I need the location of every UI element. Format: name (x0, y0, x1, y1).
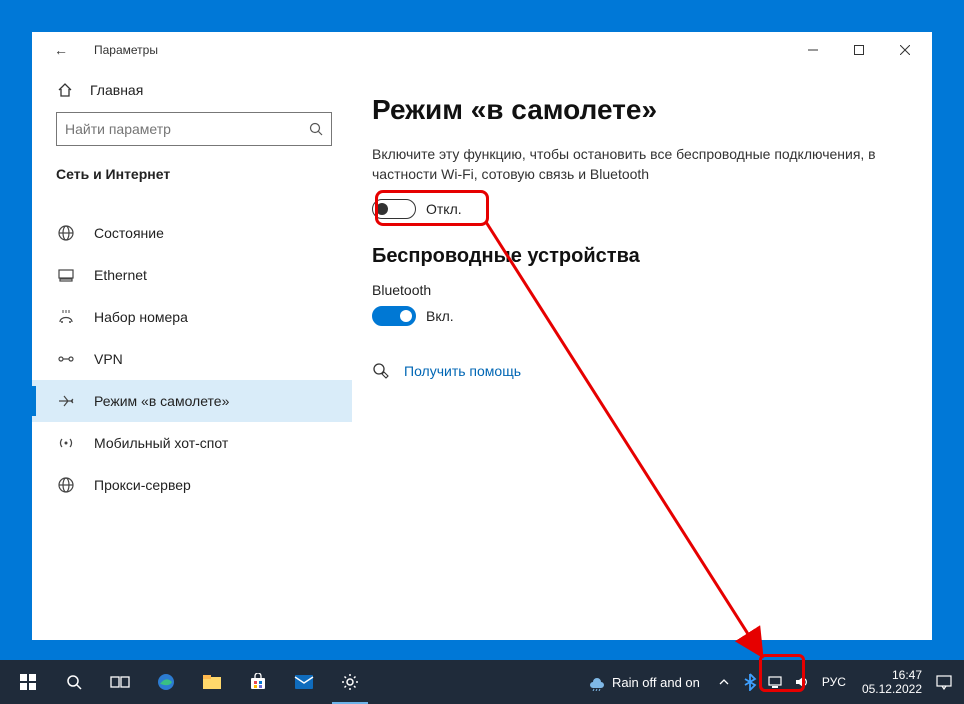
help-icon (372, 362, 390, 380)
tray-chevron-icon[interactable] (712, 660, 736, 704)
weather-text: Rain off and on (612, 675, 700, 690)
sidebar: Главная Сеть и Интернет Состояние (32, 68, 352, 640)
clock[interactable]: 16:47 05.12.2022 (854, 668, 930, 697)
ethernet-icon (56, 266, 76, 284)
store-button[interactable] (236, 660, 280, 704)
sidebar-home-label: Главная (90, 82, 143, 98)
edge-button[interactable] (144, 660, 188, 704)
search-input[interactable] (65, 121, 309, 137)
dialup-icon (56, 308, 76, 326)
page-title: Режим «в самолете» (372, 94, 892, 126)
window-controls (790, 34, 928, 66)
sidebar-item-label: Состояние (94, 225, 164, 241)
airplane-mode-toggle[interactable] (372, 199, 416, 219)
settings-window: ← Параметры Главная (32, 32, 932, 640)
search-icon (309, 122, 323, 136)
window-title: Параметры (94, 43, 158, 57)
bluetooth-toggle[interactable] (372, 306, 416, 326)
home-icon (56, 82, 74, 98)
help-link[interactable]: Получить помощь (404, 363, 521, 379)
wireless-devices-title: Беспроводные устройства (372, 245, 892, 268)
sidebar-home[interactable]: Главная (32, 72, 352, 108)
content-area: Режим «в самолете» Включите эту функцию,… (352, 68, 932, 640)
network-tray-icon[interactable] (764, 660, 788, 704)
sidebar-item-label: Режим «в самолете» (94, 393, 229, 409)
weather-icon (588, 673, 606, 691)
sidebar-nav: Состояние Ethernet Набор номера (32, 212, 352, 506)
sidebar-item-dialup[interactable]: Набор номера (32, 296, 352, 338)
sidebar-item-label: Ethernet (94, 267, 147, 283)
sidebar-item-label: Мобильный хот-спот (94, 435, 228, 451)
hotspot-icon (56, 434, 76, 452)
globe-icon (56, 224, 76, 242)
sidebar-item-label: Прокси-сервер (94, 477, 191, 493)
sidebar-item-ethernet[interactable]: Ethernet (32, 254, 352, 296)
sidebar-item-status[interactable]: Состояние (32, 212, 352, 254)
clock-date: 05.12.2022 (862, 682, 922, 696)
vpn-icon (56, 350, 76, 368)
language-indicator[interactable]: РУС (816, 675, 852, 689)
airplane-icon (56, 392, 76, 410)
sidebar-item-proxy[interactable]: Прокси-сервер (32, 464, 352, 506)
sidebar-item-hotspot[interactable]: Мобильный хот-спот (32, 422, 352, 464)
help-row[interactable]: Получить помощь (372, 362, 892, 380)
bluetooth-toggle-row: Вкл. (372, 306, 892, 326)
task-view-button[interactable] (98, 660, 142, 704)
sidebar-item-label: Набор номера (94, 309, 188, 325)
bluetooth-label: Bluetooth (372, 282, 892, 298)
sidebar-item-label: VPN (94, 351, 123, 367)
start-button[interactable] (6, 660, 50, 704)
clock-time: 16:47 (892, 668, 922, 682)
explorer-button[interactable] (190, 660, 234, 704)
action-center-icon[interactable] (932, 660, 956, 704)
proxy-icon (56, 476, 76, 494)
mail-button[interactable] (282, 660, 326, 704)
back-button[interactable]: ← (46, 38, 76, 62)
volume-tray-icon[interactable] (790, 660, 814, 704)
titlebar: ← Параметры (32, 32, 932, 68)
page-description: Включите эту функцию, чтобы остановить в… (372, 144, 892, 185)
sidebar-section-title: Сеть и Интернет (32, 160, 352, 198)
bluetooth-toggle-label: Вкл. (426, 308, 454, 324)
sidebar-item-vpn[interactable]: VPN (32, 338, 352, 380)
settings-taskbar-button[interactable] (328, 660, 372, 704)
search-input-wrap[interactable] (56, 112, 332, 146)
airplane-toggle-label: Откл. (426, 201, 462, 217)
sidebar-item-airplane[interactable]: Режим «в самолете» (32, 380, 352, 422)
minimize-button[interactable] (790, 34, 836, 66)
airplane-toggle-row: Откл. (372, 199, 892, 219)
bluetooth-tray-icon[interactable] (738, 660, 762, 704)
taskbar: Rain off and on РУС 16:47 05.12.2022 (0, 660, 964, 704)
close-button[interactable] (882, 34, 928, 66)
search-button[interactable] (52, 660, 96, 704)
weather-widget[interactable]: Rain off and on (578, 673, 710, 691)
maximize-button[interactable] (836, 34, 882, 66)
